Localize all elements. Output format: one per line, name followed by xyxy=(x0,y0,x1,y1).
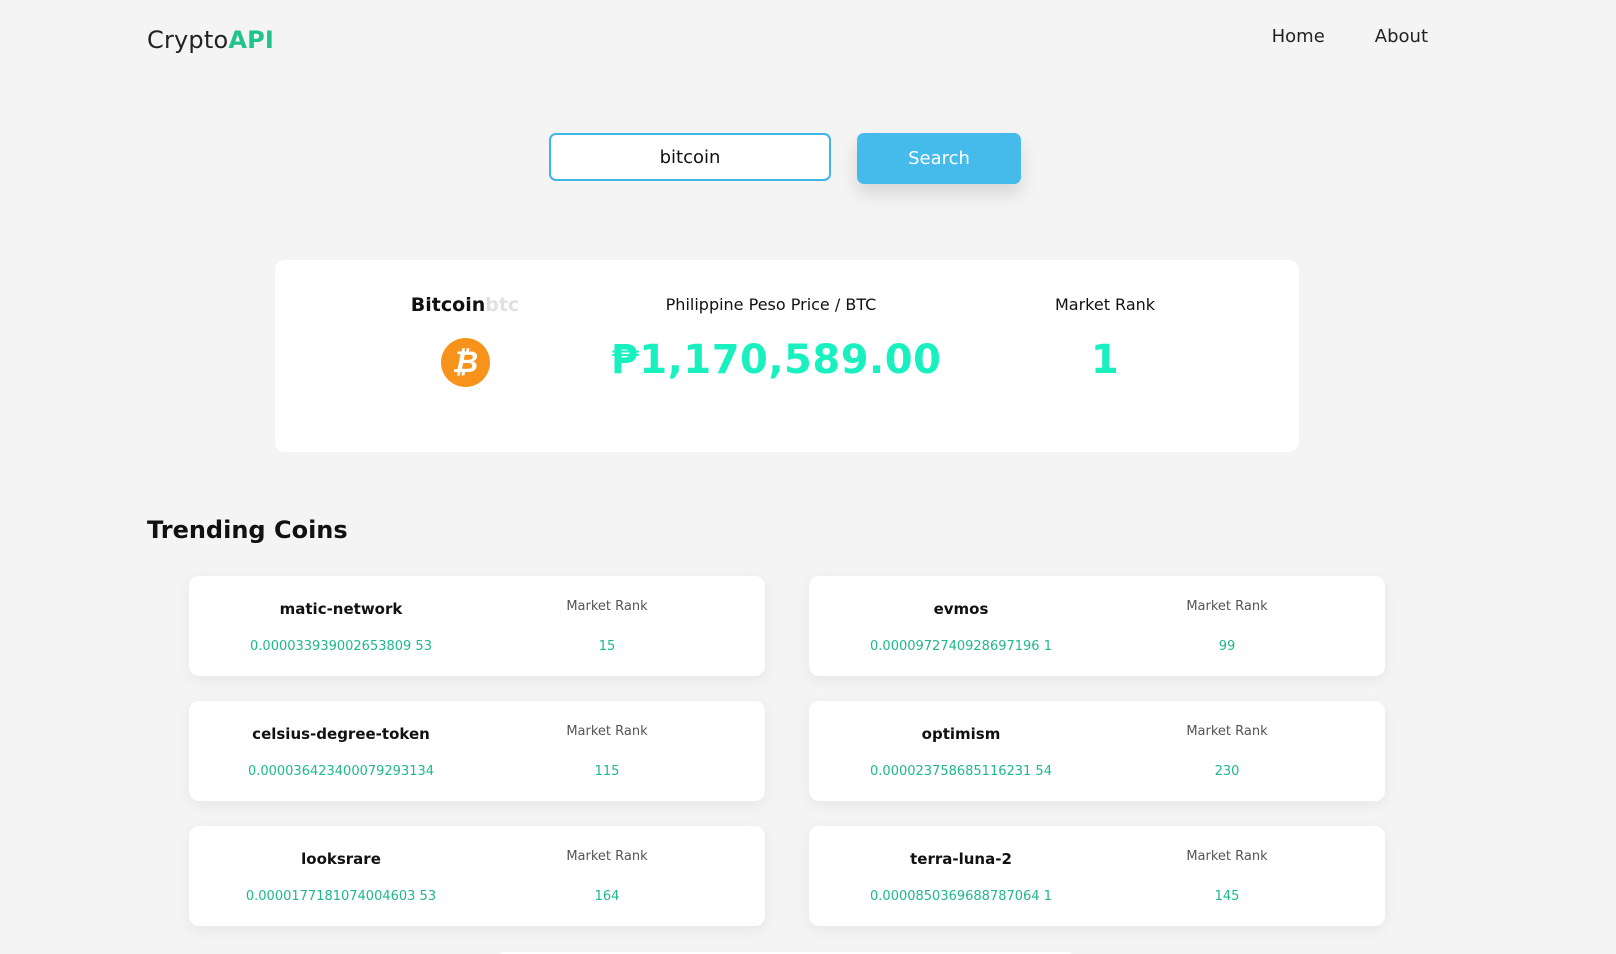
coin-rank: 1 xyxy=(1090,337,1120,383)
coin-rank-column: Market Rank 1 xyxy=(995,294,1215,383)
search-input[interactable] xyxy=(549,133,831,181)
trending-rank-label: Market Rank xyxy=(566,724,648,739)
trending-coin-name: matic-network xyxy=(279,600,403,618)
logo[interactable]: CryptoAPI xyxy=(147,26,274,54)
trending-rank-label: Market Rank xyxy=(1186,724,1268,739)
trending-coin-price: 0.0000972740928697196 1 xyxy=(870,639,1052,654)
trending-coin-rank: 230 xyxy=(1214,764,1240,779)
search-bar: Search xyxy=(549,133,1021,184)
trending-coin-name: celsius-degree-token xyxy=(252,725,430,743)
trending-coin-rank: 15 xyxy=(598,639,616,654)
coin-detail-card: Bitcoinbtc ₿ Philippine Peso Price / BTC… xyxy=(275,260,1299,452)
trending-coin-price: 0.0000850369688787064 1 xyxy=(870,889,1052,904)
top-nav: Home About xyxy=(1272,26,1428,47)
trending-card[interactable]: celsius-degree-token 0.00003642340007929… xyxy=(189,701,765,801)
trending-coin-name: optimism xyxy=(921,725,1001,743)
trending-rank-label: Market Rank xyxy=(566,849,648,864)
coin-price-column: Philippine Peso Price / BTC ₱1,170,589.0… xyxy=(611,294,942,383)
trending-card[interactable]: evmos 0.0000972740928697196 1 Market Ran… xyxy=(809,576,1385,676)
trending-rank-label: Market Rank xyxy=(566,599,648,614)
coin-name-column: Bitcoinbtc ₿ xyxy=(355,294,575,387)
trending-card[interactable]: optimism 0.000023758685116231 54 Market … xyxy=(809,701,1385,801)
nav-home-link[interactable]: Home xyxy=(1272,26,1325,47)
nav-about-link[interactable]: About xyxy=(1375,26,1428,47)
trending-coin-name: terra-luna-2 xyxy=(910,850,1012,868)
price-label: Philippine Peso Price / BTC xyxy=(665,295,877,314)
trending-rank-label: Market Rank xyxy=(1186,599,1268,614)
logo-text: Crypto xyxy=(147,26,229,54)
trending-card[interactable]: matic-network 0.000033939002653809 53 Ma… xyxy=(189,576,765,676)
trending-coin-price: 0.000033939002653809 53 xyxy=(250,639,432,654)
bitcoin-icon: ₿ xyxy=(440,338,490,387)
trending-card[interactable]: terra-luna-2 0.0000850369688787064 1 Mar… xyxy=(809,826,1385,926)
trending-title: Trending Coins xyxy=(147,516,348,544)
trending-coin-price: 0.000023758685116231 54 xyxy=(870,764,1052,779)
search-button[interactable]: Search xyxy=(857,133,1021,184)
trending-coin-name: evmos xyxy=(933,600,989,618)
trending-coin-price: 0.000036423400079293134 xyxy=(247,764,435,779)
trending-rank-label: Market Rank xyxy=(1186,849,1268,864)
trending-coin-rank: 115 xyxy=(594,764,620,779)
rank-label: Market Rank xyxy=(1054,295,1156,314)
coin-symbol: btc xyxy=(485,294,520,316)
trending-coin-rank: 99 xyxy=(1218,639,1236,654)
logo-accent: API xyxy=(228,26,275,54)
coin-price: ₱1,170,589.00 xyxy=(611,337,942,383)
trending-coin-rank: 145 xyxy=(1214,889,1240,904)
coin-name: Bitcoin xyxy=(410,294,486,316)
coin-name-line: Bitcoinbtc xyxy=(355,294,575,316)
trending-coin-name: looksrare xyxy=(301,850,381,868)
trending-card[interactable]: looksrare 0.0000177181074004603 53 Marke… xyxy=(189,826,765,926)
trending-coin-rank: 164 xyxy=(594,889,620,904)
trending-coin-price: 0.0000177181074004603 53 xyxy=(245,889,437,904)
page: CryptoAPI Home About Search Bitcoinbtc ₿… xyxy=(0,0,1616,954)
